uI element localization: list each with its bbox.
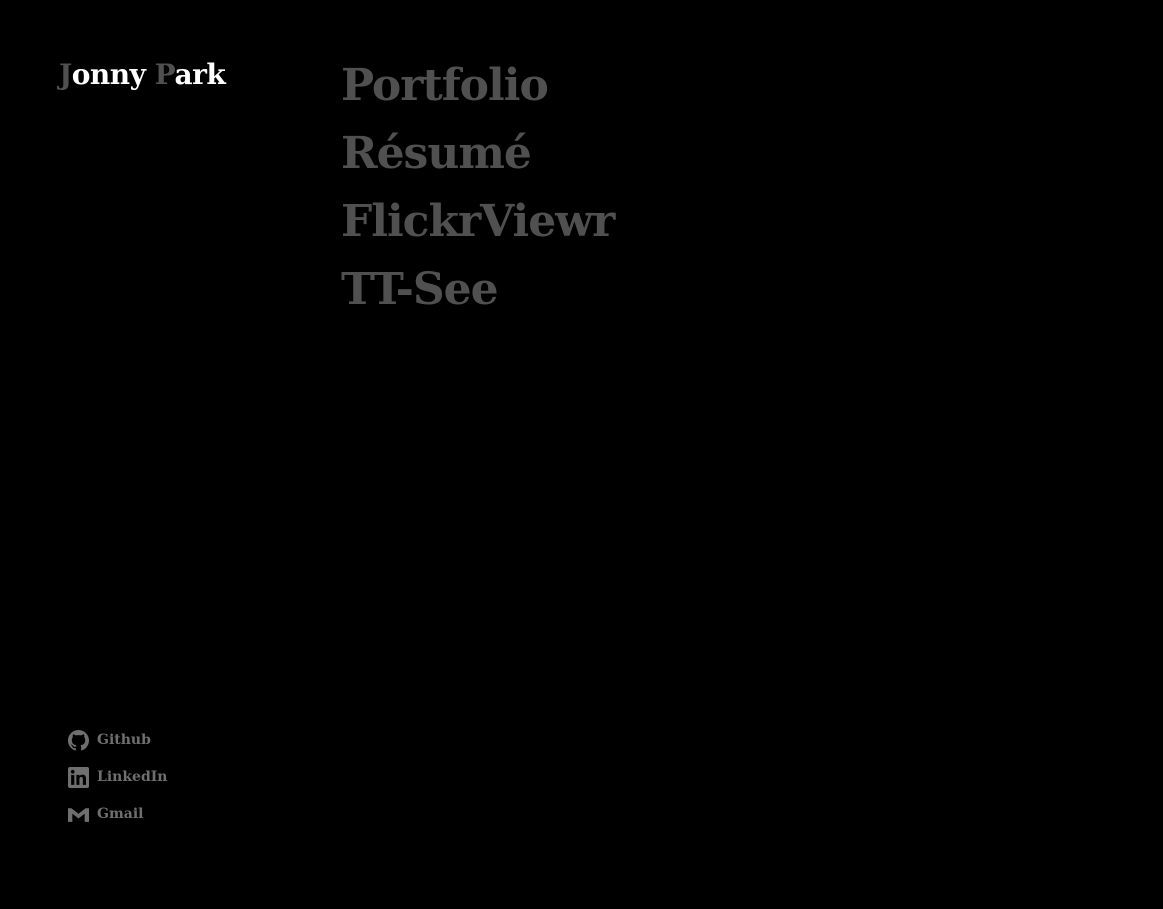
site-logo[interactable]: Jonny Park — [59, 58, 226, 92]
github-link[interactable]: Github — [68, 729, 167, 751]
nav-link-tt-see[interactable]: TT-See — [341, 260, 614, 320]
main-nav: Portfolio Résumé FlickrViewr TT-See — [341, 56, 615, 328]
nav-item-resume: Résumé — [341, 124, 614, 192]
nav-link-resume[interactable]: Résumé — [341, 124, 614, 184]
nav-item-portfolio: Portfolio — [341, 56, 614, 124]
linkedin-icon — [68, 766, 89, 788]
brand-first-rest: onny — [71, 58, 155, 91]
linkedin-label: LinkedIn — [97, 769, 168, 785]
brand-last-initial: P — [154, 58, 175, 91]
github-icon — [68, 729, 89, 751]
social-item-gmail: Gmail — [68, 803, 167, 840]
nav-item-flickrviewr: FlickrViewr — [341, 192, 615, 260]
social-item-linkedin: LinkedIn — [68, 766, 167, 803]
linkedin-link[interactable]: LinkedIn — [68, 766, 167, 788]
nav-link-flickrviewr[interactable]: FlickrViewr — [341, 192, 615, 252]
gmail-label: Gmail — [97, 806, 144, 822]
nav-link-portfolio[interactable]: Portfolio — [341, 56, 614, 116]
brand-first-initial: J — [59, 58, 72, 91]
gmail-icon — [68, 804, 89, 825]
brand-last-rest: ark — [174, 58, 226, 91]
nav-item-tt-see: TT-See — [341, 260, 614, 328]
gmail-link[interactable]: Gmail — [68, 803, 167, 825]
github-label: Github — [97, 732, 151, 748]
social-links: Github LinkedIn Gmail — [68, 729, 167, 840]
social-item-github: Github — [68, 729, 167, 766]
